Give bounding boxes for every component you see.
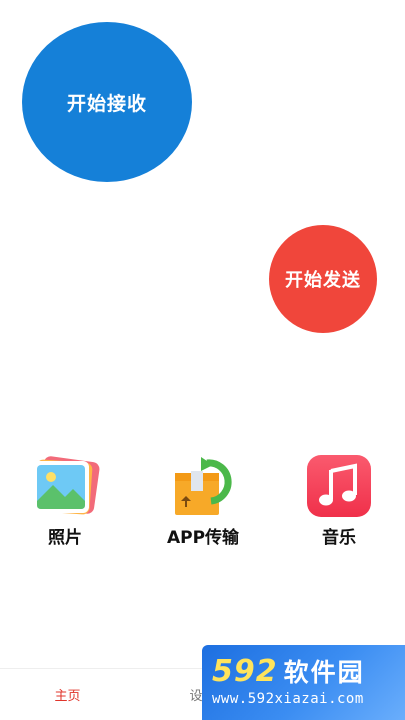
- start-send-button[interactable]: 开始发送: [269, 225, 377, 333]
- feature-music-label: 音乐: [322, 528, 356, 548]
- start-receive-label: 开始接收: [66, 92, 147, 115]
- feature-photos[interactable]: 照片: [29, 455, 101, 548]
- feature-photos-label: 照片: [48, 528, 82, 548]
- feature-app-transfer[interactable]: APP传输: [155, 455, 251, 548]
- site-watermark: 592 软件园 www.592xiazai.com: [202, 645, 405, 720]
- watermark-brand-name: 软件园: [283, 658, 365, 687]
- feature-music[interactable]: 音乐: [303, 455, 375, 548]
- music-note-icon: [303, 455, 375, 517]
- watermark-brand-number: 592: [212, 654, 278, 689]
- feature-app-transfer-label: APP传输: [166, 528, 240, 548]
- start-receive-button[interactable]: 开始接收: [22, 22, 192, 182]
- start-send-label: 开始发送: [285, 270, 361, 291]
- watermark-url: www.592xiazai.com: [212, 691, 364, 707]
- tab-home[interactable]: 主页: [8, 685, 128, 704]
- app-transfer-box-icon: [167, 455, 239, 517]
- photo-gallery-icon: [29, 455, 101, 517]
